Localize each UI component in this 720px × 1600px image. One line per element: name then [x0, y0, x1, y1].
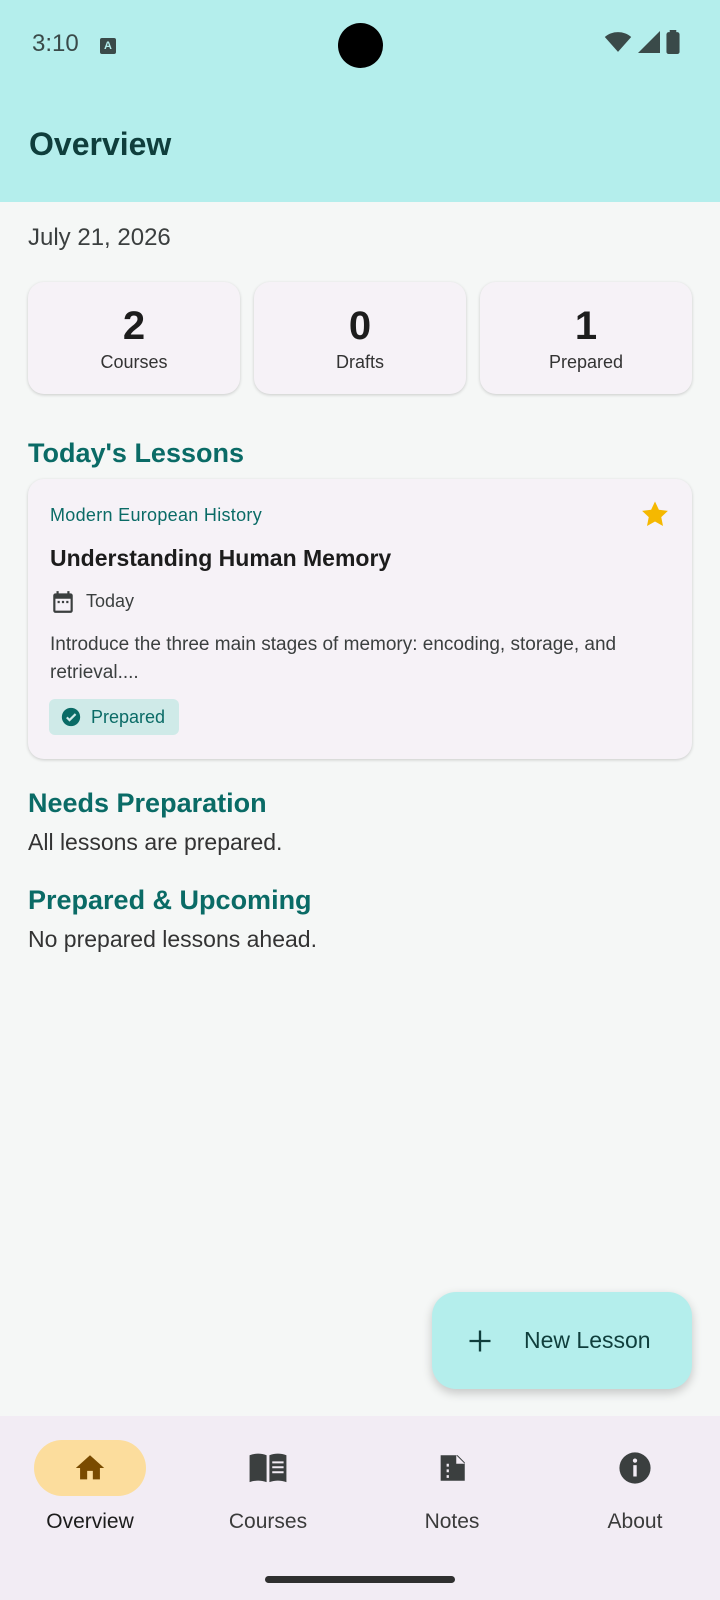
stat-card-courses[interactable]: 2 Courses — [28, 282, 240, 394]
nav-icon-container — [396, 1440, 508, 1496]
lesson-date: Today — [86, 591, 135, 611]
top-app-bar: 3:10 A Overview — [0, 0, 720, 202]
nav-active-indicator — [34, 1440, 146, 1496]
battery-icon — [666, 30, 680, 54]
nav-item-about[interactable]: About — [545, 1440, 720, 1534]
nav-item-courses[interactable]: Courses — [178, 1440, 358, 1534]
stats-row: 2 Courses 0 Drafts 1 Prepared — [28, 282, 692, 394]
status-badge: Prepared — [49, 699, 180, 735]
nav-label: Notes — [424, 1510, 480, 1533]
wifi-icon — [604, 32, 632, 52]
stat-card-prepared[interactable]: 1 Prepared — [480, 282, 692, 394]
page-title: Overview — [29, 126, 172, 162]
check-circle-icon — [61, 707, 81, 727]
nav-label: Courses — [228, 1510, 308, 1533]
nav-label: About — [607, 1510, 663, 1533]
prepared-upcoming-text: No prepared lessons ahead. — [28, 926, 317, 952]
camera-cutout — [338, 23, 383, 68]
lesson-course: Modern European History — [50, 505, 263, 525]
nav-label: Overview — [46, 1510, 134, 1533]
nav-item-overview[interactable]: Overview — [0, 1440, 180, 1534]
needs-preparation-text: All lessons are prepared. — [28, 829, 283, 855]
section-title-prepared-upcoming: Prepared & Upcoming — [28, 885, 312, 915]
keyboard-a-icon: A — [100, 38, 116, 54]
section-title-needs-preparation: Needs Preparation — [28, 788, 267, 818]
book-icon — [249, 1453, 287, 1483]
calendar-icon — [53, 591, 73, 613]
stat-label: Prepared — [548, 351, 624, 372]
lesson-description: Introduce the three main stages of memor… — [50, 634, 617, 683]
home-icon — [75, 1455, 105, 1480]
bottom-navigation: Overview Courses Notes About — [0, 1416, 720, 1600]
star-icon[interactable] — [640, 499, 670, 529]
note-icon — [440, 1455, 465, 1481]
lesson-title: Understanding Human Memory — [50, 545, 392, 571]
status-icons — [604, 30, 680, 54]
stat-label: Courses — [100, 351, 168, 372]
new-lesson-button[interactable]: New Lesson — [432, 1292, 692, 1389]
stat-label: Drafts — [335, 351, 384, 372]
nav-icon-container — [579, 1440, 691, 1496]
stat-card-drafts[interactable]: 0 Drafts — [254, 282, 466, 394]
nav-item-notes[interactable]: Notes — [362, 1440, 542, 1534]
info-icon — [619, 1452, 651, 1484]
status-time: 3:10 — [32, 30, 79, 57]
signal-icon — [638, 31, 660, 53]
current-date: July 21, 2026 — [28, 224, 171, 251]
new-lesson-label: New Lesson — [524, 1327, 651, 1353]
plus-icon — [469, 1330, 491, 1351]
stat-value: 0 — [348, 303, 372, 348]
nav-icon-container — [212, 1440, 324, 1496]
section-title-todays-lessons: Today's Lessons — [28, 438, 244, 468]
stat-value: 2 — [122, 303, 146, 348]
lesson-card[interactable]: Modern European History Understanding Hu… — [28, 479, 692, 759]
status-badge-label: Prepared — [91, 706, 166, 727]
home-indicator[interactable] — [265, 1576, 455, 1583]
stat-value: 1 — [574, 303, 598, 348]
